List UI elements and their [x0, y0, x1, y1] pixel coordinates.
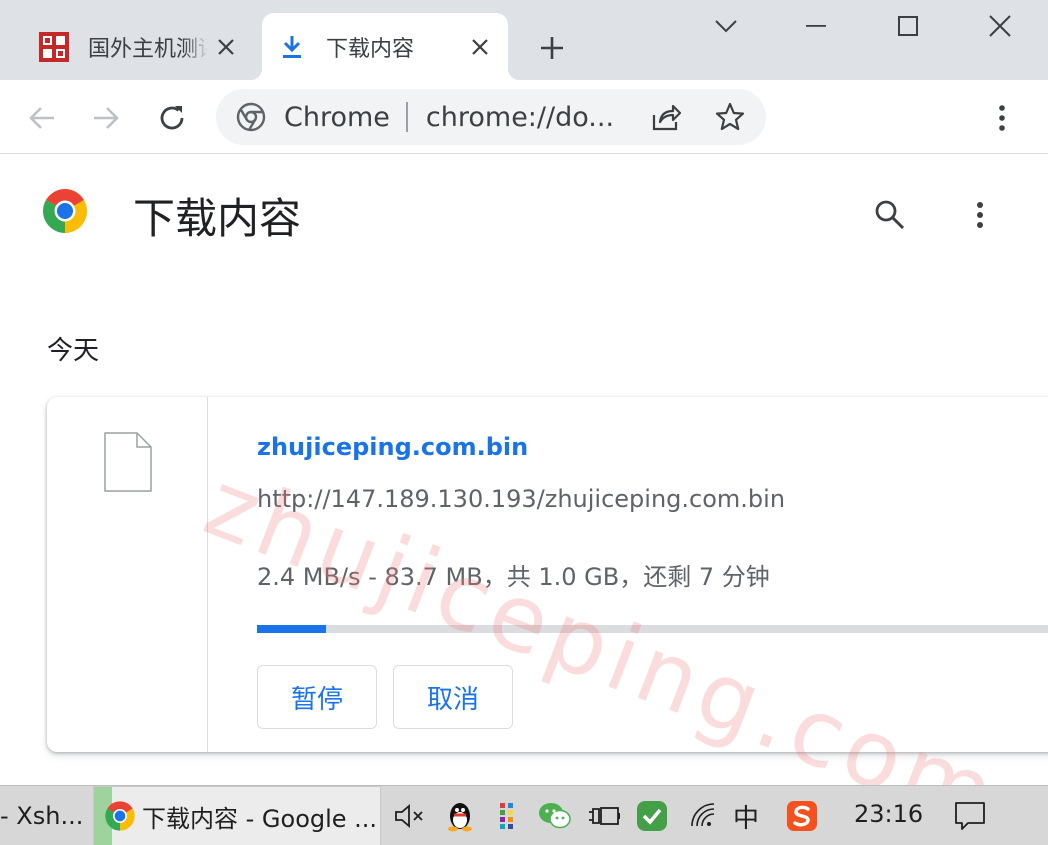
file-icon: [104, 432, 152, 492]
download-item-card: zhujiceping.com.bin http://147.189.130.1…: [47, 397, 1048, 752]
progress-fill: [257, 625, 326, 633]
file-url: http://147.189.130.193/zhujiceping.com.b…: [257, 485, 786, 513]
ime-indicator[interactable]: 中: [728, 798, 764, 834]
search-icon: [875, 200, 905, 230]
downloads-page: 下载内容 今天 zhujiceping.com.bin http://147.1…: [0, 155, 1048, 785]
sogou-input-icon[interactable]: [784, 798, 820, 834]
minimize-button[interactable]: [793, 4, 839, 48]
close-icon[interactable]: [212, 33, 240, 61]
security-check-icon[interactable]: [634, 798, 670, 834]
share-icon[interactable]: [648, 99, 684, 135]
search-downloads-button[interactable]: [868, 193, 912, 237]
close-icon[interactable]: [466, 33, 494, 61]
power-plug-icon[interactable]: [586, 798, 622, 834]
site-chip: Chrome: [284, 101, 390, 133]
chrome-logo-icon: [105, 801, 135, 831]
taskbar-item-label: - Xsh...: [0, 802, 84, 830]
page-title: 下载内容: [133, 194, 302, 243]
file-icon-column: [47, 397, 208, 752]
app-tray-icon[interactable]: [490, 798, 526, 834]
chrome-site-icon: [236, 102, 266, 132]
close-icon: [989, 15, 1011, 37]
omnibox[interactable]: Chrome chrome://do...: [216, 89, 766, 145]
arrow-left-icon: [29, 107, 54, 129]
tab-zhujiceping[interactable]: 国外主机测评: [24, 13, 254, 80]
new-tab-button[interactable]: [534, 30, 570, 66]
bookmark-star-icon[interactable]: [712, 99, 748, 135]
taskbar-item-chrome[interactable]: 下载内容 - Google ...: [93, 786, 381, 845]
forward-button[interactable]: [84, 96, 128, 140]
url-text[interactable]: chrome://do...: [426, 102, 626, 133]
chrome-logo-icon: [43, 189, 87, 233]
download-status: 2.4 MB/s - 83.7 MB，共 1.0 GB，还剩 7 分钟: [257, 563, 770, 591]
file-name-link[interactable]: zhujiceping.com.bin: [257, 433, 528, 461]
window-close-button[interactable]: [977, 4, 1023, 48]
back-button[interactable]: [20, 96, 64, 140]
notification-center-icon[interactable]: [952, 798, 988, 834]
tab-title: 下载内容: [326, 36, 415, 62]
more-vert-icon: [999, 105, 1005, 131]
progress-bar: [257, 625, 1048, 633]
omnibox-separator: [405, 102, 408, 132]
taskbar-item-xshell[interactable]: - Xsh...: [0, 786, 90, 845]
tab-strip: 国外主机测评 下载内容: [0, 0, 1048, 80]
site-favicon-icon: [38, 31, 70, 63]
browser-menu-button[interactable]: [980, 96, 1024, 140]
chevron-down-icon: [715, 20, 737, 33]
tab-downloads[interactable]: 下载内容: [250, 13, 520, 80]
date-header: 今天: [47, 336, 100, 366]
taskbar: - Xsh... 下载内容 - Google ... 中 23:16: [0, 785, 1048, 845]
taskbar-item-label: 下载内容 - Google ...: [142, 804, 378, 833]
wifi-icon[interactable]: [686, 798, 722, 834]
wechat-icon[interactable]: [537, 798, 573, 834]
more-vert-icon: [977, 202, 983, 228]
toolbar: Chrome chrome://do...: [0, 80, 1048, 154]
qq-icon[interactable]: [442, 798, 478, 834]
plus-icon: [541, 37, 563, 59]
tab-search-button[interactable]: [703, 4, 749, 48]
download-icon: [276, 31, 308, 63]
arrow-right-icon: [94, 107, 119, 129]
cancel-button[interactable]: 取消: [393, 665, 513, 729]
page-menu-button[interactable]: [960, 193, 1000, 237]
minimize-icon: [806, 25, 826, 27]
reload-icon: [160, 106, 184, 130]
pause-button[interactable]: 暂停: [257, 665, 377, 729]
clock[interactable]: 23:16: [854, 800, 923, 828]
reload-button[interactable]: [150, 96, 194, 140]
maximize-icon: [898, 16, 918, 36]
maximize-button[interactable]: [885, 4, 931, 48]
tab-title: 国外主机测评: [88, 36, 208, 62]
volume-muted-icon[interactable]: [392, 798, 428, 834]
